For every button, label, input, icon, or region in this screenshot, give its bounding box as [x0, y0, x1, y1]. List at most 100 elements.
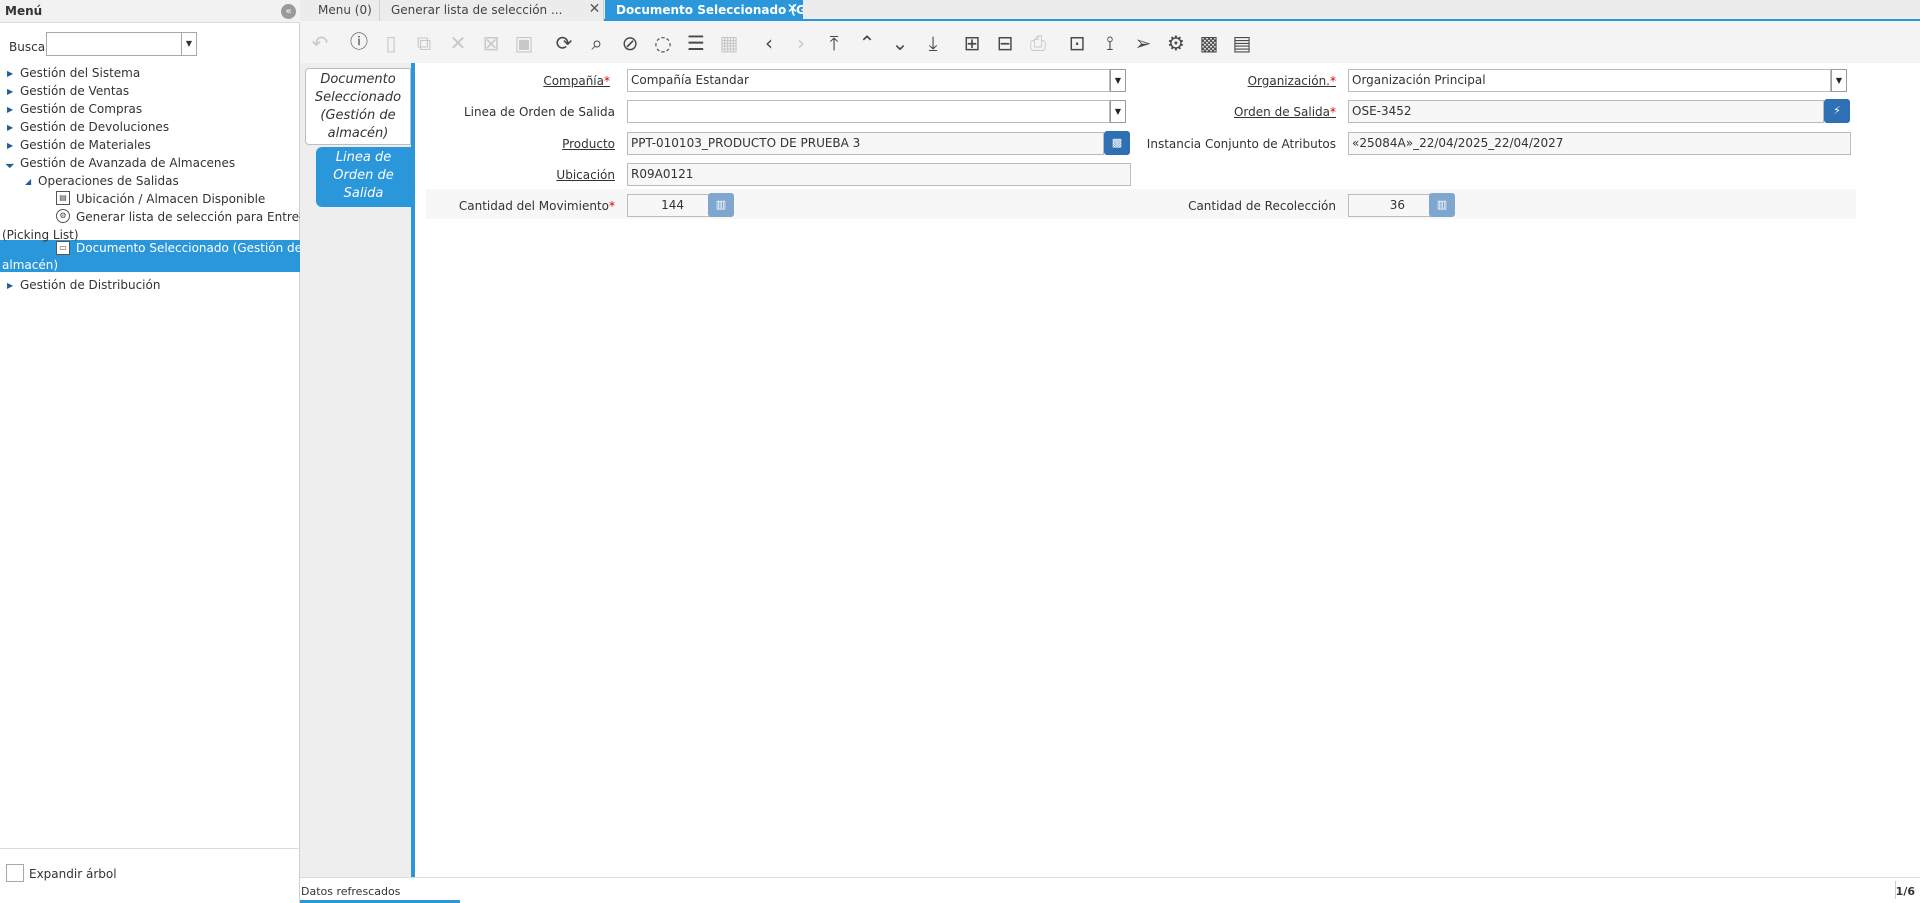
workflow-icon[interactable]: ⟟: [1096, 29, 1124, 57]
lightning-icon[interactable]: ⚡: [1824, 99, 1850, 123]
delete-selection-icon[interactable]: ⊠: [477, 29, 505, 57]
expand-arrow-icon[interactable]: ▶: [7, 141, 13, 150]
status-bar: Datos refrescados 1/6: [300, 877, 1920, 903]
detail-tab-documento[interactable]: Documento Seleccionado (Gestión de almac…: [305, 68, 411, 145]
first-icon[interactable]: ⤒: [820, 29, 848, 57]
chat-icon[interactable]: ◌: [649, 29, 677, 57]
send-icon[interactable]: ➢: [1129, 29, 1157, 57]
zoom-across-icon[interactable]: ⊡: [1063, 29, 1091, 57]
chevron-down-icon[interactable]: ▼: [1110, 100, 1126, 123]
print-icon[interactable]: ⎙: [1024, 29, 1052, 57]
tree-item-generar-lista-line1[interactable]: Generar lista de selección para Entrega: [76, 210, 314, 224]
form-area: Compañía* Compañía Estandar ▼ Organizaci…: [419, 63, 1920, 877]
new-icon[interactable]: ▯: [377, 29, 405, 57]
tab-documento-seleccionado[interactable]: Documento Seleccionado (Ges... ✕: [605, 0, 803, 21]
delete-icon[interactable]: ✕: [444, 29, 472, 57]
search-combobox[interactable]: ▼: [46, 32, 197, 56]
expand-arrow-icon[interactable]: ▶: [7, 69, 13, 78]
output-order-field[interactable]: OSE-3452: [1348, 100, 1824, 123]
divider: [0, 848, 300, 849]
export-icon[interactable]: ▤: [1228, 29, 1256, 57]
tree-item-gestion-ventas[interactable]: Gestión de Ventas: [20, 84, 129, 98]
help-icon[interactable]: ⓘ: [345, 29, 373, 57]
grid-toggle-icon[interactable]: ☰: [682, 29, 710, 57]
picked-qty-field[interactable]: 36: [1348, 194, 1432, 217]
undo-icon[interactable]: ↶: [306, 29, 334, 57]
tree-item-operaciones-salidas[interactable]: Operaciones de Salidas: [38, 174, 179, 188]
detail-tab-linea-orden[interactable]: Linea de Orden de Salida: [316, 147, 411, 207]
organization-field[interactable]: Organización Principal: [1348, 69, 1831, 92]
expand-arrow-icon[interactable]: ▶: [7, 87, 13, 96]
expand-arrow-icon[interactable]: ▶: [7, 123, 13, 132]
refresh-icon[interactable]: ⟳: [550, 29, 578, 57]
attr-instance-field[interactable]: «25084A»_22/04/2025_22/04/2027: [1348, 132, 1851, 155]
chevron-down-icon[interactable]: ▼: [1831, 69, 1847, 92]
window-icon: ▭: [56, 241, 70, 255]
collapse-menu-icon[interactable]: «: [281, 4, 296, 19]
expand-arrow-icon[interactable]: ▶: [7, 105, 13, 114]
organization-label[interactable]: Organización.*: [1199, 74, 1336, 88]
chevron-down-icon[interactable]: ▼: [181, 33, 196, 55]
collapse-arrow-icon[interactable]: ◢: [25, 177, 31, 186]
company-field[interactable]: Compañía Estandar: [627, 69, 1110, 92]
detail-tab-label: almacén): [327, 126, 389, 141]
tree-item-gestion-distribucion[interactable]: Gestión de Distribución: [20, 278, 160, 292]
company-label[interactable]: Compañía*: [419, 74, 610, 88]
expand-arrow-icon[interactable]: ▶: [7, 281, 13, 290]
order-line-label: Linea de Orden de Salida: [463, 105, 615, 119]
attachment-icon[interactable]: ⊘: [616, 29, 644, 57]
required-marker: *: [1330, 74, 1336, 88]
report-icon[interactable]: ⊞: [958, 29, 986, 57]
calculator-icon[interactable]: ▥: [1429, 193, 1455, 217]
last-icon[interactable]: ⤓: [919, 29, 947, 57]
copy-icon[interactable]: ⧉: [410, 29, 438, 57]
tree-item-documento-seleccionado-line2[interactable]: almacén): [2, 258, 58, 272]
chevron-down-icon[interactable]: ▼: [1110, 69, 1126, 92]
tab-generar-lista[interactable]: Generar lista de selección ... ✕: [380, 0, 604, 21]
movement-qty-field[interactable]: 144: [627, 194, 711, 217]
detail-icon[interactable]: ⌄: [886, 29, 914, 57]
close-icon[interactable]: ✕: [785, 2, 800, 17]
parent-icon[interactable]: ⌃: [853, 29, 881, 57]
process-icon[interactable]: ⚙: [1162, 29, 1190, 57]
tree-item-gestion-sistema[interactable]: Gestión del Sistema: [20, 66, 140, 80]
locator-label[interactable]: Ubicación: [419, 168, 615, 182]
collapse-arrow-icon[interactable]: ◢: [5, 158, 16, 169]
calculator-icon[interactable]: ▥: [708, 193, 734, 217]
menu-header: Menú «: [0, 0, 300, 23]
product-label[interactable]: Producto: [419, 137, 615, 151]
close-icon[interactable]: ✕: [587, 2, 602, 17]
output-order-label[interactable]: Orden de Salida*: [1199, 105, 1336, 119]
locator-field[interactable]: R09A0121: [627, 163, 1131, 186]
tree-item-ubicacion-almacen[interactable]: Ubicación / Almacen Disponible: [76, 192, 265, 206]
status-message: Datos refrescados: [301, 885, 401, 898]
detail-tab-label: (Gestión de: [320, 108, 396, 123]
tree-item-gestion-materiales[interactable]: Gestión de Materiales: [20, 138, 151, 152]
product-info-icon[interactable]: ▩: [1104, 131, 1130, 155]
window-tab-bar: Menu (0) Generar lista de selección ... …: [300, 0, 1920, 21]
tree-item-gestion-almacenes[interactable]: Gestión de Avanzada de Almacenes: [20, 156, 235, 170]
find-icon[interactable]: ⌕: [583, 29, 611, 57]
report-icon: ▤: [56, 191, 70, 205]
save-icon[interactable]: ▣: [510, 29, 538, 57]
required-marker: *: [604, 74, 610, 88]
tree-item-gestion-compras[interactable]: Gestión de Compras: [20, 102, 142, 116]
tree-item-gestion-devoluciones[interactable]: Gestión de Devoluciones: [20, 120, 169, 134]
detail-tab-label: Orden de: [333, 168, 394, 183]
archive-icon[interactable]: ⊟: [991, 29, 1019, 57]
previous-icon[interactable]: ‹: [755, 29, 783, 57]
product-info-icon[interactable]: ▩: [1195, 29, 1223, 57]
expand-tree-label: Expandir árbol: [29, 867, 117, 881]
calendar-icon[interactable]: ▦: [715, 29, 743, 57]
next-icon[interactable]: ›: [787, 29, 815, 57]
tree-item-generar-lista-line2[interactable]: (Picking List): [2, 228, 79, 242]
tab-menu[interactable]: Menu (0): [300, 0, 380, 21]
order-line-field[interactable]: [627, 100, 1110, 123]
tab-label: Generar lista de selección ...: [391, 3, 563, 17]
tree-item-documento-seleccionado-line1[interactable]: Documento Seleccionado (Gestión de: [76, 241, 302, 255]
process-icon: ⚙: [56, 209, 70, 223]
product-field[interactable]: PPT-010103_PRODUCTO DE PRUEBA 3: [627, 132, 1104, 155]
detail-tab-label: Documento: [320, 72, 396, 87]
expand-tree-checkbox[interactable]: [6, 864, 24, 882]
search-input[interactable]: [47, 33, 182, 55]
